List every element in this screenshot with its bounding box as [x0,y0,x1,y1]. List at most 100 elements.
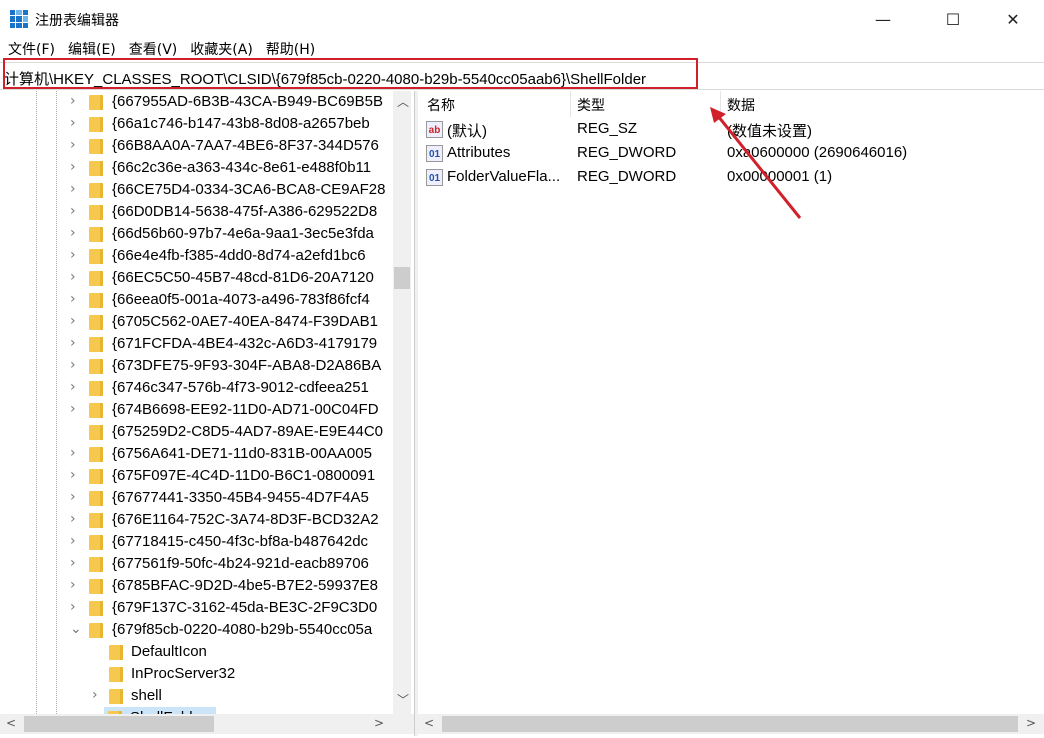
tree-key[interactable]: › {679F137C-3162-45da-BE3C-2F9C3D0 [0,597,392,619]
tree-key[interactable]: › {67718415-c450-4f3c-bf8a-b487642dc [0,531,392,553]
scroll-right-icon[interactable]: > [374,716,384,730]
chevron-right-icon[interactable]: › [70,203,76,219]
tree-key[interactable]: › {674B6698-EE92-11D0-AD71-00C04FD [0,399,392,421]
registry-editor-icon [10,10,28,28]
scroll-right-icon[interactable]: > [1026,716,1036,730]
folder-icon [89,601,103,616]
tree-key[interactable]: › {667955AD-6B3B-43CA-B949-BC69B5B [0,91,392,113]
tree-key[interactable]: › {671FCFDA-4BE4-432c-A6D3-4179179 [0,333,392,355]
folder-icon [109,689,123,704]
tree-key[interactable]: › {6756A641-DE71-11d0-831B-00AA005 [0,443,392,465]
tree-key[interactable]: › {677561f9-50fc-4b24-921d-eacb89706 [0,553,392,575]
folder-icon [89,469,103,484]
value-row[interactable]: 01 Attributes REG_DWORD 0xa0600000 (2690646… [418,142,1044,166]
tree-subkey[interactable]: InProcServer32 [0,663,392,685]
value-row[interactable]: ab (默认) REG_SZ (数值未设置) [418,118,1044,142]
tree-vertical-scrollbar[interactable]: ︿ ﹀ [393,91,411,714]
value-row[interactable]: 01 FolderValueFla... REG_DWORD 0x00000001 (… [418,166,1044,190]
chevron-right-icon[interactable]: › [70,137,76,153]
scroll-left-icon[interactable]: < [6,716,16,730]
menu-favorites[interactable]: 收藏夹(A) [182,40,258,60]
tree-key[interactable]: › {676E1164-752C-3A74-8D3F-BCD32A2 [0,509,392,531]
folder-icon [89,183,103,198]
scroll-left-icon[interactable]: < [424,716,434,730]
tree-key[interactable]: ⌄ {679f85cb-0220-4080-b29b-5540cc05a [0,619,392,641]
menu-edit[interactable]: 编辑(E) [60,40,121,60]
tree-key[interactable]: › {675F097E-4C4D-11D0-B6C1-0800091 [0,465,392,487]
list-horizontal-scrollbar[interactable]: < > [418,714,1044,734]
folder-icon [89,403,103,418]
tree-key[interactable]: › {673DFE75-9F93-304F-ABA8-D2A86BA [0,355,392,377]
tree-key[interactable]: › {66B8AA0A-7AA7-4BE6-8F37-344D576 [0,135,392,157]
tree-key[interactable]: › {6785BFAC-9D2D-4be5-B7E2-59937E8 [0,575,392,597]
tree-key[interactable]: › {66c2c36e-a363-434c-8e61-e488f0b11 [0,157,392,179]
tree-key[interactable]: › {66D0DB14-5638-475f-A386-629522D8 [0,201,392,223]
chevron-right-icon[interactable]: › [70,159,76,175]
key-tree: › {667955AD-6B3B-43CA-B949-BC69B5B › {66a1c… [0,91,414,714]
chevron-right-icon[interactable]: › [70,313,76,329]
column-header-name[interactable]: 名称 [427,95,455,115]
chevron-right-icon[interactable]: › [70,577,76,593]
chevron-right-icon[interactable]: › [70,533,76,549]
column-header-type[interactable]: 类型 [577,95,605,115]
values-list: 名称 类型 数据 ab (默认) REG_SZ (数值未设置) 01 Attributes… [418,91,1044,714]
chevron-right-icon[interactable]: › [70,181,76,197]
chevron-right-icon[interactable]: › [92,687,98,703]
chevron-right-icon[interactable]: › [70,401,76,417]
menu-view[interactable]: 查看(V) [121,40,183,60]
folder-icon [89,425,103,440]
chevron-right-icon[interactable]: › [70,225,76,241]
title-bar: 注册表编辑器 — ☐ ✕ [0,0,1044,38]
tree-subkey-selected[interactable]: ShellFolder [104,707,216,714]
tree-key[interactable]: › {67677441-3350-45B4-9455-4D7F4A5 [0,487,392,509]
column-header-data[interactable]: 数据 [727,95,755,115]
annotation-highlight-box [3,58,698,89]
tree-subkey[interactable]: DefaultIcon [0,641,392,663]
chevron-right-icon[interactable]: › [70,467,76,483]
folder-icon [89,293,103,308]
tree-key[interactable]: › {66d56b60-97b7-4e6a-9aa1-3ec5e3fda [0,223,392,245]
folder-icon [89,161,103,176]
scroll-down-icon[interactable]: ﹀ [397,691,409,708]
chevron-right-icon[interactable]: › [70,115,76,131]
maximize-button[interactable]: ☐ [930,0,976,38]
chevron-right-icon[interactable]: › [70,335,76,351]
tree-key[interactable]: › {66a1c746-b147-43b8-8d08-a2657beb [0,113,392,135]
folder-icon [89,95,103,110]
close-button[interactable]: ✕ [990,0,1036,38]
scroll-thumb[interactable] [394,267,410,289]
tree-subkey[interactable]: › shell [0,685,392,707]
string-value-icon: ab [426,121,443,138]
chevron-right-icon[interactable]: › [70,269,76,285]
chevron-right-icon[interactable]: › [70,291,76,307]
tree-horizontal-scrollbar[interactable]: < > [0,714,414,734]
tree-key[interactable]: › {6746c347-576b-4f73-9012-cdfeea251 [0,377,392,399]
scroll-up-icon[interactable]: ︿ [397,93,409,110]
tree-key[interactable]: › {66CE75D4-0334-3CA6-BCA8-CE9AF28 [0,179,392,201]
minimize-button[interactable]: — [860,0,906,38]
chevron-right-icon[interactable]: › [70,93,76,109]
scroll-thumb[interactable] [442,716,1018,732]
chevron-right-icon[interactable]: › [70,489,76,505]
chevron-right-icon[interactable]: › [70,599,76,615]
tree-key[interactable]: {675259D2-C8D5-4AD7-89AE-E9E44C0 [0,421,392,443]
chevron-right-icon[interactable]: › [70,357,76,373]
menu-file[interactable]: 文件(F) [0,40,60,60]
menu-help[interactable]: 帮助(H) [258,40,320,60]
chevron-right-icon[interactable]: › [70,247,76,263]
folder-icon [89,535,103,550]
tree-key[interactable]: › {66eea0f5-001a-4073-a496-783f86fcf4 [0,289,392,311]
tree-key[interactable]: › {66e4e4fb-f385-4dd0-8d74-a2efd1bc6 [0,245,392,267]
folder-icon [109,645,123,660]
tree-key[interactable]: › {6705C562-0AE7-40EA-8474-F39DAB1 [0,311,392,333]
chevron-right-icon[interactable]: › [70,445,76,461]
folder-icon [89,359,103,374]
folder-icon [89,249,103,264]
chevron-down-icon[interactable]: ⌄ [70,621,82,637]
tree-key[interactable]: › {66EC5C50-45B7-48cd-81D6-20A7120 [0,267,392,289]
chevron-right-icon[interactable]: › [70,555,76,571]
scroll-thumb[interactable] [24,716,214,732]
folder-icon [89,337,103,352]
chevron-right-icon[interactable]: › [70,379,76,395]
chevron-right-icon[interactable]: › [70,511,76,527]
